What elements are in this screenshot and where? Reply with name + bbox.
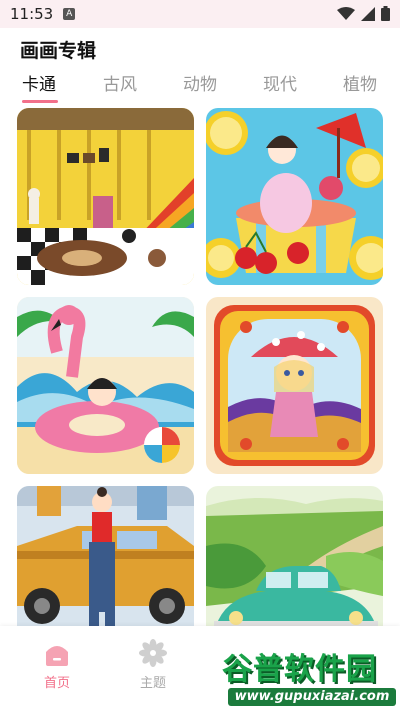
flamingo-beach-image [17,297,194,474]
artwork-card-vintage-car[interactable] [206,486,383,626]
status-time: 11:53 [10,5,54,23]
header: 画画专辑 卡通 古风 动物 现代 植物 [0,28,400,108]
lemon-girl-image [206,108,383,285]
tab-cartoon[interactable]: 卡通 [22,70,56,95]
cartoon-room-image [17,108,194,285]
artwork-card-mushroom-girl[interactable] [206,297,383,474]
wifi-icon [337,6,355,20]
site-watermark: 谷普软件园 www.gupuxiazai.com [222,644,397,708]
signal-icon [361,6,375,21]
vintage-car-image [206,486,383,626]
theme-tab-label: 主题 [139,676,166,691]
system-icons [337,6,390,21]
watermark-url: www.gupuxiazai.com [228,688,396,706]
tab-modern[interactable]: 现代 [263,70,297,95]
home-icon [46,646,68,666]
tab-animal[interactable]: 动物 [183,70,217,95]
tab-plant[interactable]: 植物 [343,70,377,95]
page-title: 画画专辑 [20,40,97,62]
status-bar: 11:53 A [0,0,400,28]
tab-bar-theme[interactable]: 主题 [118,638,188,691]
home-tab-label: 首页 [43,676,70,691]
tab-bar-home[interactable]: 首页 [22,638,92,691]
tab-ancient[interactable]: 古风 [103,70,137,95]
mushroom-girl-image [206,297,383,474]
active-tab-indicator [22,100,58,103]
artwork-card-cartoon-room[interactable] [17,108,194,285]
artwork-card-flamingo[interactable] [17,297,194,474]
artwork-card-lemon-girl[interactable] [206,108,383,285]
artwork-card-taxi-girl[interactable] [17,486,194,626]
watermark-title: 谷普软件园 [222,652,377,687]
artwork-grid [0,108,400,626]
category-tabs: 卡通 古风 动物 现代 植物 [0,70,400,103]
flower-icon [139,639,167,667]
taxi-girl-image [17,486,194,626]
notification-icon: A [63,8,76,20]
battery-icon [381,6,390,21]
